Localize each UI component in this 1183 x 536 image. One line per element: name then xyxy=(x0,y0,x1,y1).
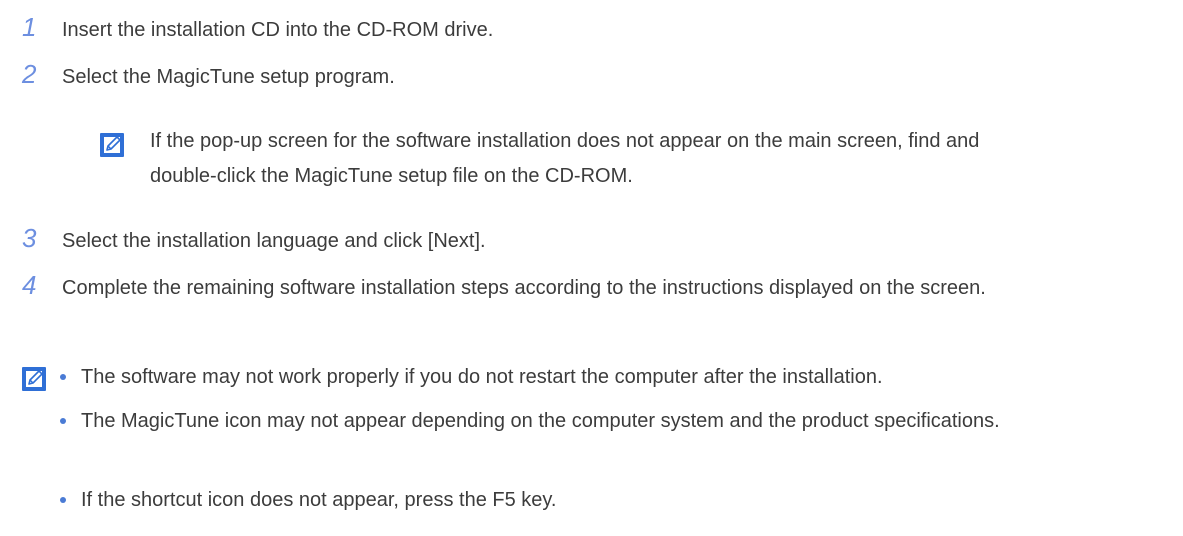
bullet-text: If the shortcut icon does not appear, pr… xyxy=(81,489,557,511)
step-text: Select the MagicTune setup program. xyxy=(62,66,395,88)
note-line: double-click the MagicTune setup file on… xyxy=(150,165,633,187)
bullet-text: The software may not work properly if yo… xyxy=(81,366,883,388)
note-line: If the pop-up screen for the software in… xyxy=(150,130,980,152)
step-text: Insert the installation CD into the CD-R… xyxy=(62,19,494,41)
step-number: 2 xyxy=(22,59,37,89)
bullet-icon xyxy=(60,418,66,424)
step-number: 3 xyxy=(22,223,37,253)
list-item: If the shortcut icon does not appear, pr… xyxy=(60,484,1160,516)
step-text: Complete the remaining software installa… xyxy=(62,277,986,299)
bullet-icon xyxy=(60,374,66,380)
step-number: 4 xyxy=(22,270,37,300)
list-item: The MagicTune icon may not appear depend… xyxy=(60,405,1160,471)
list-item: The software may not work properly if yo… xyxy=(60,361,1160,393)
step-text: Select the installation language and cli… xyxy=(62,230,486,252)
step-number: 1 xyxy=(22,12,37,42)
note-pencil-icon xyxy=(22,367,46,391)
bullet-icon xyxy=(60,497,66,503)
manual-page: 1 Insert the installation CD into the CD… xyxy=(0,0,1183,536)
note-pencil-icon xyxy=(100,133,124,157)
bullet-text: The MagicTune icon may not appear depend… xyxy=(81,410,1000,432)
